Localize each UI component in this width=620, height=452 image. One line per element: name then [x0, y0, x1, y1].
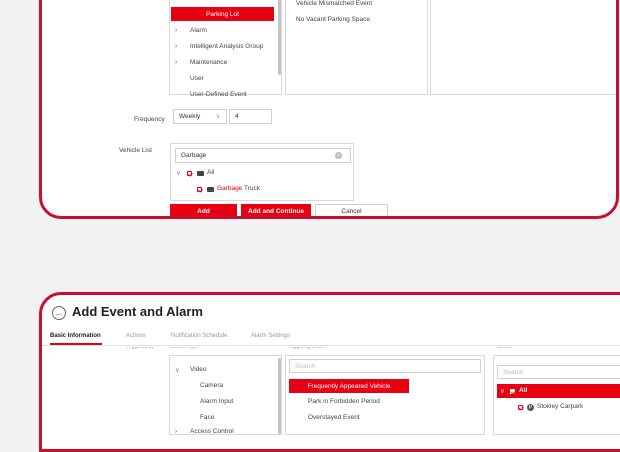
cancel-button[interactable]: Cancel [315, 204, 388, 216]
source-type-user-defined-event[interactable]: User-Defined Event [190, 91, 247, 98]
tab-alarm-settings[interactable]: Alarm Settings [251, 333, 290, 339]
event-search-input[interactable]: Search [289, 359, 481, 373]
expand-arrow-icon[interactable]: › [175, 428, 177, 435]
source-all-checkbox[interactable] [510, 389, 515, 394]
top-dialog-frame: Parking Lot › Alarm › Intelligent Analys… [39, 0, 619, 219]
source-panel: Search ∨ All P Stokley Carpark [493, 355, 620, 435]
vehicle-item-garbage-truck[interactable]: Garbage Truck [217, 185, 260, 192]
source-type-access-control[interactable]: Access Control [190, 428, 234, 435]
frequency-period-select[interactable]: Weekly ∨ [173, 109, 227, 124]
source-type-intelligent-analysis-group[interactable]: Intelligent Analysis Group [190, 43, 263, 50]
event-overstayed[interactable]: Overstayed Event [308, 414, 360, 421]
back-icon[interactable]: ← [52, 306, 66, 320]
tab-notification-schedule[interactable]: Notification Schedule [171, 333, 227, 339]
vehicle-icon [207, 187, 214, 192]
parking-lot-icon: P [527, 404, 534, 411]
source-item-checkbox[interactable] [518, 405, 523, 410]
chevron-down-icon: ∨ [215, 114, 220, 120]
collapse-arrow-icon[interactable]: ∨ [500, 387, 505, 395]
expand-arrow-icon[interactable]: › [175, 27, 177, 34]
vehicle-list-label: Vehicle List [119, 147, 152, 154]
source-type-face[interactable]: Face [200, 414, 214, 421]
collapse-arrow-icon[interactable]: ∨ [175, 366, 180, 374]
source-type-alarm[interactable]: Alarm [190, 27, 207, 34]
event-vehicle-mismatched[interactable]: Vehicle Mismatched Event [296, 0, 372, 7]
clear-icon[interactable]: ✕ [335, 152, 342, 159]
source-type-maintenance[interactable]: Maintenance [190, 59, 227, 66]
add-button[interactable]: Add [170, 204, 237, 216]
garbage-truck-checkbox[interactable] [197, 187, 202, 192]
all-checkbox[interactable] [187, 171, 192, 176]
tab-divider [42, 345, 620, 346]
add-and-continue-button[interactable]: Add and Continue [241, 204, 311, 216]
triggering-event-panel: Search Frequently Appeared Vehicle Park … [285, 355, 485, 435]
frequency-count-input[interactable]: 4 [229, 109, 272, 124]
tab-basic-information[interactable]: Basic Information [50, 333, 101, 339]
collapse-arrow-icon[interactable]: ∨ [176, 169, 181, 177]
source-panel [430, 0, 616, 95]
tab-actions[interactable]: Actions [126, 333, 146, 339]
expand-arrow-icon[interactable]: › [175, 43, 177, 50]
vehicle-all-label: All [207, 169, 215, 176]
vehicle-search-input[interactable]: Garbage ✕ [175, 148, 351, 163]
expand-arrow-icon[interactable]: › [175, 59, 177, 66]
scrollbar[interactable] [278, 358, 281, 434]
source-type-user[interactable]: User [190, 75, 204, 82]
vehicle-group-icon [197, 171, 204, 176]
source-type-panel: Parking Lot › Alarm › Intelligent Analys… [169, 0, 282, 98]
event-park-in-forbidden-period[interactable]: Park in Forbidden Period [308, 398, 380, 405]
source-type-camera[interactable]: Camera [200, 382, 223, 389]
event-no-vacant-parking-space[interactable]: No Vacant Parking Space [296, 16, 370, 23]
frequency-label: Frequency [134, 116, 165, 123]
bottom-dialog-frame: ← Add Event and Alarm Basic Information … [39, 292, 620, 452]
source-type-video[interactable]: Video [190, 366, 207, 373]
source-search-input[interactable]: Search [497, 365, 620, 379]
vehicle-list-panel: Garbage ✕ ∨ All Garbage Truck [170, 143, 354, 201]
source-item-stokley-carpark[interactable]: Stokley Carpark [537, 403, 583, 410]
source-type-panel: ∨ Video Camera Alarm Input Face › Access… [169, 355, 282, 435]
event-frequently-appeared-vehicle[interactable]: Frequently Appeared Vehicle [289, 379, 409, 393]
source-type-alarm-input[interactable]: Alarm Input [200, 398, 233, 405]
source-all-label: All [519, 387, 528, 394]
source-type-parking-lot[interactable]: Parking Lot [171, 7, 274, 21]
triggering-event-panel: Vehicle Mismatched Event No Vacant Parki… [285, 0, 428, 95]
page-title: Add Event and Alarm [72, 304, 203, 319]
scrollbar[interactable] [278, 0, 281, 75]
